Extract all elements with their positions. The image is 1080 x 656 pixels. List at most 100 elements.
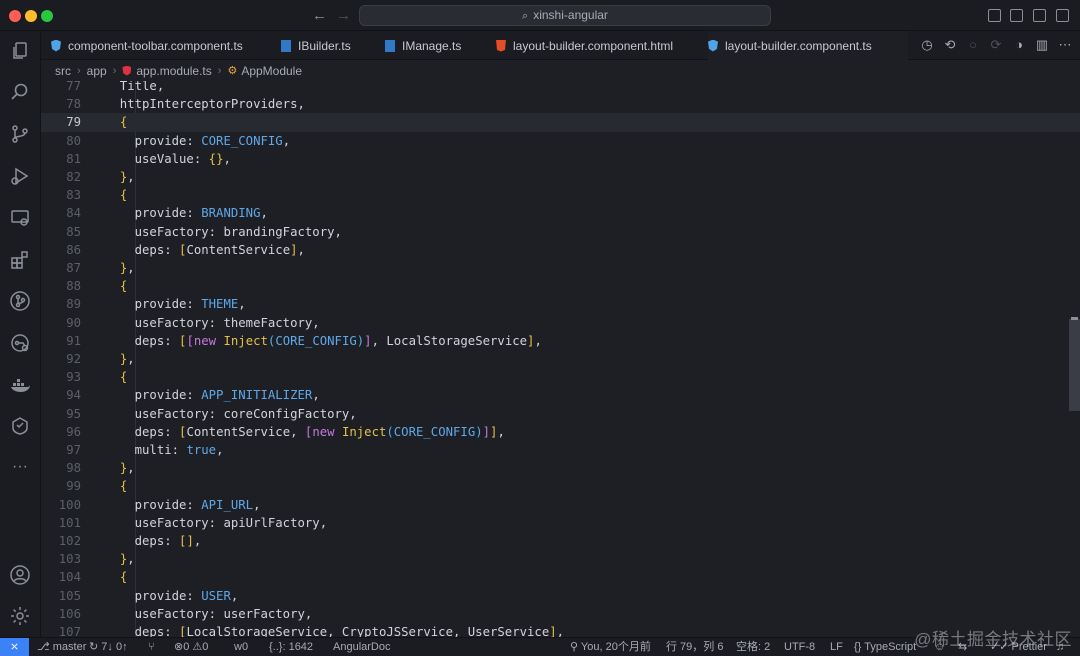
code-line[interactable]: 82 },	[41, 168, 1080, 186]
search-icon[interactable]	[9, 81, 31, 103]
code-line[interactable]: 97 multi: true,	[41, 441, 1080, 459]
code-line[interactable]: 100 provide: API_URL,	[41, 496, 1080, 514]
line-number: 79	[66, 115, 81, 130]
command-center-search[interactable]: ⌕ xinshi-angular	[359, 5, 771, 26]
tab-imanage-ts[interactable]: IManage.ts	[385, 31, 461, 60]
line-number: 92	[66, 352, 81, 366]
testing-icon[interactable]	[9, 415, 31, 437]
tab-layout-builder-html[interactable]: layout-builder.component.html	[496, 31, 673, 60]
tab-layout-builder-ts[interactable]: layout-builder.component.ts	[708, 31, 908, 60]
more-icon[interactable]: ···	[9, 456, 31, 478]
code-line[interactable]: 92 },	[41, 350, 1080, 368]
code-line[interactable]: 80 provide: CORE_CONFIG,	[41, 132, 1080, 150]
toggle-secondary-sidebar-icon[interactable]	[1033, 9, 1046, 22]
activity-bar: ···	[0, 31, 41, 637]
forward-arrow-icon[interactable]: →	[336, 7, 351, 24]
code-line[interactable]: 106 useFactory: userFactory,	[41, 605, 1080, 623]
split-editor-icon[interactable]: ▥	[1035, 38, 1049, 52]
code-line[interactable]: 102 deps: [],	[41, 532, 1080, 550]
code-line[interactable]: 84 provide: BRANDING,	[41, 204, 1080, 222]
code-line[interactable]: 94 provide: APP_INITIALIZER,	[41, 386, 1080, 404]
next-change-icon[interactable]: ⟳	[989, 38, 1003, 52]
go-back-change-icon[interactable]: ⟲	[943, 38, 957, 52]
blame-status[interactable]: ⚲ You, 20个月前	[570, 638, 651, 656]
remote-indicator-icon[interactable]: ⨯	[0, 638, 29, 656]
account-icon[interactable]	[9, 564, 31, 586]
code-line[interactable]: 104 {	[41, 568, 1080, 586]
compare-icon[interactable]: ◑	[1012, 38, 1026, 52]
code-line[interactable]: 95 useFactory: coreConfigFactory,	[41, 405, 1080, 423]
editor-actions: ◷ ⟲ ○ ⟳ ◑ ▥ ⋯	[920, 38, 1072, 52]
code-line[interactable]: 105 provide: USER,	[41, 587, 1080, 605]
line-number: 89	[66, 297, 81, 312]
gitlens-icon[interactable]	[9, 332, 31, 354]
code-line[interactable]: 91 deps: [[new Inject(CORE_CONFIG)], Loc…	[41, 332, 1080, 350]
previous-change-icon[interactable]: ○	[966, 38, 980, 52]
remote-explorer-icon[interactable]	[9, 207, 31, 229]
line-code: useFactory: themeFactory,	[105, 315, 320, 330]
eol-status[interactable]: LF	[830, 638, 843, 656]
code-line[interactable]: 79 {	[41, 113, 1080, 132]
problems-status[interactable]: ⊗0 ⚠0	[174, 638, 208, 656]
line-number: 94	[66, 388, 81, 403]
maximize-window-button[interactable]	[41, 10, 53, 22]
toggle-primary-sidebar-icon[interactable]	[988, 9, 1001, 22]
encoding-status[interactable]: UTF-8	[784, 638, 815, 656]
search-title: xinshi-angular	[533, 8, 608, 22]
run-debug-icon[interactable]	[9, 165, 31, 187]
source-control-icon[interactable]	[9, 123, 31, 145]
language-mode[interactable]: {} TypeScript	[854, 638, 916, 656]
code-line[interactable]: 99 {	[41, 477, 1080, 495]
code-line[interactable]: 83 {	[41, 186, 1080, 204]
sync-status[interactable]: ↻ 7↓ 0↑	[89, 638, 128, 656]
code-line[interactable]: 81 useValue: {},	[41, 150, 1080, 168]
code-line[interactable]: 89 provide: THEME,	[41, 295, 1080, 313]
line-code: },	[119, 170, 135, 184]
back-arrow-icon[interactable]: ←	[312, 7, 327, 24]
close-window-button[interactable]	[9, 10, 21, 22]
code-line[interactable]: 87 },	[41, 259, 1080, 277]
line-code: {	[119, 570, 128, 585]
line-code: useValue: {},	[105, 151, 231, 166]
explorer-icon[interactable]	[9, 40, 31, 62]
minimize-window-button[interactable]	[25, 10, 37, 22]
breadcrumb-symbol[interactable]: AppModule	[241, 64, 302, 78]
code-line[interactable]: 90 useFactory: themeFactory,	[41, 314, 1080, 332]
code-editor[interactable]: 77 Title, 78 httpInterceptorProviders, 79 …	[41, 81, 1080, 637]
code-line[interactable]: 88 {	[41, 277, 1080, 295]
git-graph-icon[interactable]	[9, 290, 31, 312]
indentation-status[interactable]: 空格: 2	[736, 638, 770, 656]
more-actions-icon[interactable]: ⋯	[1058, 38, 1072, 52]
code-line[interactable]: 85 useFactory: brandingFactory,	[41, 223, 1080, 241]
code-line[interactable]: 96 deps: [ContentService, [new Inject(CO…	[41, 423, 1080, 441]
branch-status[interactable]: ⎇ master	[37, 638, 86, 656]
docker-icon[interactable]	[9, 374, 31, 396]
code-line[interactable]: 86 deps: [ContentService],	[41, 241, 1080, 259]
ports-status[interactable]: ᴡ0	[234, 638, 248, 656]
toggle-panel-icon[interactable]	[1010, 9, 1023, 22]
bracket-status[interactable]: {..}: 1642	[269, 638, 313, 656]
breadcrumb-app[interactable]: app	[87, 64, 107, 78]
code-line[interactable]: 93 {	[41, 368, 1080, 386]
line-code: useFactory: coreConfigFactory,	[105, 406, 357, 421]
timeline-icon[interactable]: ◷	[920, 38, 934, 52]
code-line[interactable]: 98 },	[41, 459, 1080, 477]
code-line[interactable]: 103 },	[41, 550, 1080, 568]
angular-icon	[51, 39, 61, 52]
code-line[interactable]: 78 httpInterceptorProviders,	[41, 95, 1080, 113]
cursor-position[interactable]: 行 79，列 6	[666, 638, 723, 656]
tab-ibuilder-ts[interactable]: IBuilder.ts	[281, 31, 351, 60]
angular-doc-status[interactable]: AngularDoc	[333, 638, 390, 656]
customize-layout-icon[interactable]	[1056, 9, 1069, 22]
git-graph-status-icon[interactable]: ⑂	[148, 638, 155, 656]
code-line[interactable]: 101 useFactory: apiUrlFactory,	[41, 514, 1080, 532]
tab-component-toolbar-ts[interactable]: component-toolbar.component.ts	[51, 31, 243, 60]
code-line[interactable]: 77 Title,	[41, 81, 1080, 95]
breadcrumb-src[interactable]: src	[55, 64, 71, 78]
extensions-icon[interactable]	[9, 249, 31, 271]
title-bar: ← → ⌕ xinshi-angular	[0, 0, 1080, 31]
breadcrumb-file[interactable]: app.module.ts	[136, 64, 211, 78]
settings-gear-icon[interactable]	[9, 605, 31, 627]
line-code: },	[119, 461, 135, 476]
vertical-scrollbar[interactable]	[1069, 319, 1080, 411]
